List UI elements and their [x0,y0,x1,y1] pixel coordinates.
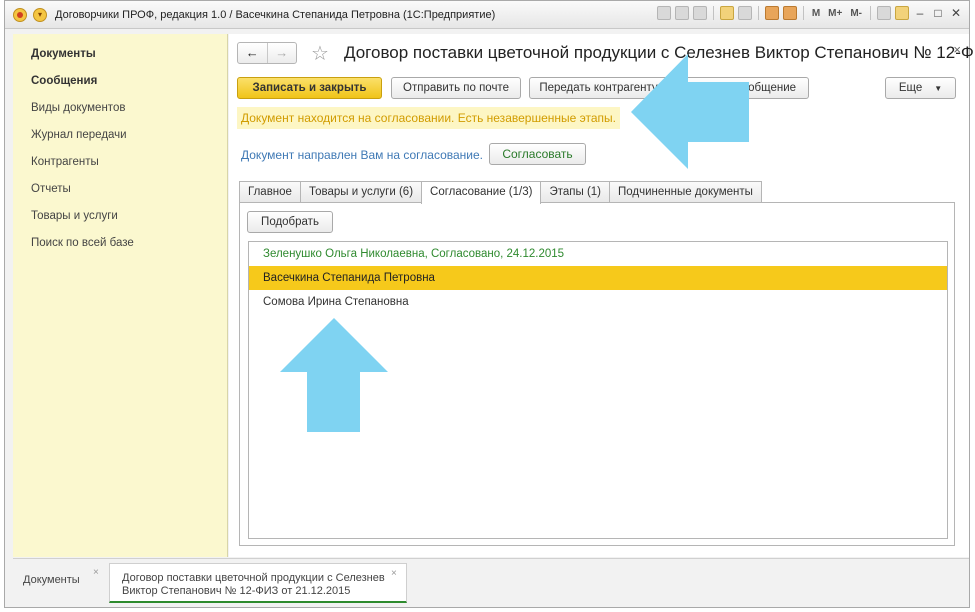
toolbar-divider [802,6,804,20]
pick-button[interactable]: Подобрать [247,211,333,233]
list-item[interactable]: Сомова Ирина Степановна [249,290,947,314]
calendar-icon[interactable] [782,6,797,20]
main-menu-icon[interactable]: ▾ [33,7,47,22]
taskbar-item-label: Виктор Степанович № 12-ФИЗ от 21.12.2015 [122,585,351,597]
title-toolbar: M M+ M- – □ ✕ [656,6,963,20]
sidebar-item-messages[interactable]: Сообщения [31,75,97,87]
preview-icon[interactable] [692,6,707,20]
app-window: ▾ Договорчики ПРОФ, редакция 1.0 / Васеч… [4,0,975,608]
tab-approval[interactable]: Согласование (1/3) [421,181,542,204]
info-icon[interactable] [895,6,909,20]
list-item[interactable]: Зеленушко Ольга Николаевна, Согласовано,… [249,242,947,266]
toolbar-divider [757,6,759,20]
tab-subordinate-docs[interactable]: Подчиненные документы [609,181,762,203]
memory-add-button[interactable]: M+ [826,8,844,19]
taskbar-item-label: Документы [23,574,80,586]
close-icon[interactable]: × [93,567,99,578]
memory-store-button[interactable]: M [810,8,822,19]
more-button-label: Еще [898,82,923,94]
forward-arrow-icon[interactable]: → [268,43,297,63]
approve-button[interactable]: Согласовать [489,143,586,165]
app-logo-icon[interactable] [13,7,27,22]
toolbar-divider [870,6,871,20]
taskbar-item-documents[interactable]: Документы × [13,563,109,603]
form-tabs: Главное Товары и услуги (6) Согласование… [239,181,762,204]
favorite-star-icon[interactable]: ☆ [311,41,329,66]
send-by-mail-button[interactable]: Отправить по почте [391,77,521,99]
sections-panel: Документы Сообщения Виды документов Журн… [13,34,228,557]
maximize-icon[interactable]: □ [931,6,945,20]
title-bar: ▾ Договорчики ПРОФ, редакция 1.0 / Васеч… [5,1,969,29]
favorites-icon[interactable] [719,6,734,20]
save-icon[interactable] [656,6,671,20]
tab-stages[interactable]: Этапы (1) [540,181,610,203]
minimize-icon[interactable]: – [913,6,927,20]
memory-subtract-button[interactable]: M- [848,8,864,19]
sidebar-item-document-types[interactable]: Виды документов [31,102,125,114]
close-icon[interactable]: × [391,568,397,579]
calculator-icon[interactable] [764,6,779,20]
close-window-icon[interactable]: ✕ [949,6,963,20]
taskbar-item-contract[interactable]: Договор поставки цветочной продукции с С… [109,563,407,603]
sidebar-item-counterparties[interactable]: Контрагенты [31,156,99,168]
layout-icon[interactable] [877,6,891,20]
document-form: ← → ☆ Договор поставки цветочной продукц… [229,34,975,557]
open-windows-bar: Документы × Договор поставки цветочной п… [13,558,969,604]
print-icon[interactable] [674,6,689,20]
close-form-icon[interactable]: × [953,42,961,57]
tab-main[interactable]: Главное [239,181,301,203]
back-arrow-icon[interactable]: ← [238,43,268,63]
window-title: Договорчики ПРОФ, редакция 1.0 / Васечки… [55,8,496,21]
chevron-down-icon: ▼ [934,84,943,93]
link-icon[interactable] [737,6,752,20]
sidebar-item-search[interactable]: Поиск по всей базе [31,237,134,249]
taskbar-item-label: Договор поставки цветочной продукции с С… [122,572,385,584]
approval-status-text: Документ находится на согласовании. Есть… [237,107,620,129]
sidebar-item-reports[interactable]: Отчеты [31,183,71,195]
callout-arrow-up-icon [280,318,388,432]
sidebar-item-goods[interactable]: Товары и услуги [31,210,118,222]
tab-goods[interactable]: Товары и услуги (6) [299,181,423,203]
toolbar-divider [712,6,714,20]
list-item[interactable]: Васечкина Степанида Петровна [249,266,947,290]
more-button[interactable]: Еще ▼ [885,77,956,99]
save-and-close-button[interactable]: Записать и закрыть [237,77,382,99]
callout-arrow-left-icon [631,54,749,169]
sidebar-item-transfer-log[interactable]: Журнал передачи [31,129,127,141]
sidebar-item-documents[interactable]: Документы [31,48,96,60]
history-nav: ← → [237,42,297,64]
approval-request-text: Документ направлен Вам на согласование. [241,148,484,162]
